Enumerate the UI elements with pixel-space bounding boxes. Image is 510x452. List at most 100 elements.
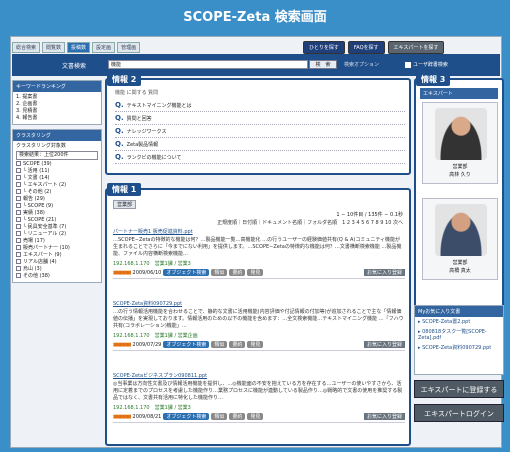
checkbox-box[interactable] [16, 238, 21, 243]
cluster-item-label: └ エキスパート (2) [23, 182, 67, 188]
cluster-item[interactable]: └ その他 (2) [16, 189, 98, 196]
cluster-item[interactable]: 実績 (38) [16, 210, 98, 217]
checkbox-box[interactable] [16, 273, 21, 278]
cluster-item[interactable]: └ SCOPE (9) [16, 203, 98, 210]
ranking-item[interactable]: 4. 報告書 [16, 115, 98, 122]
cluster-item-label: └ SCOPE (21) [23, 217, 57, 223]
question-item[interactable]: Q. ランクビの機能について [115, 151, 405, 164]
discover-button[interactable]: 発見 [247, 413, 264, 420]
similar-button[interactable]: 類似 [211, 413, 228, 420]
search-option-link[interactable]: 検索オプション [344, 61, 379, 68]
cluster-item[interactable]: リアル店舗 (4) [16, 259, 98, 266]
checkbox-box[interactable] [405, 61, 411, 68]
cluster-item[interactable]: └ SCOPE (21) [16, 217, 98, 224]
cluster-item[interactable]: └ 民具安全基準 (7) [16, 224, 98, 231]
add-favorite-button[interactable]: お気に入り登録 [363, 413, 405, 420]
ranking-item[interactable]: 3. 見積書 [16, 108, 98, 115]
avatar [435, 204, 487, 256]
tab-settings[interactable]: 設定画 [92, 42, 116, 53]
summary-button[interactable]: 要約 [229, 341, 246, 348]
cluster-item[interactable]: 烏山 (3) [16, 266, 98, 273]
question-item[interactable]: Q. テキストマイニング機能とは [115, 99, 405, 112]
favorite-item-label: SCOPE-Zeta資料090729.ppt [422, 345, 492, 351]
favorite-item[interactable]: ▸ 080818タスク一覧[SCOPE-Zeta].pdf [415, 327, 503, 343]
add-favorite-button[interactable]: お気に入り登録 [363, 269, 405, 276]
checkbox-box[interactable] [16, 252, 21, 257]
tab-posts[interactable]: 投稿数 [67, 42, 91, 53]
discover-button[interactable]: 発見 [247, 269, 264, 276]
result-title[interactable]: パートナー販売1 販売促進資料.ppt [113, 228, 405, 235]
keyword-ranking-panel: キーワードランキング 1. 提案書 2. 企画書 3. 見積書 4. 報告書 [12, 80, 102, 125]
question-item[interactable]: Q. Zeta製品情報 [115, 138, 405, 151]
favorite-item[interactable]: ▸ SCOPE-Zeta資料090729.ppt [415, 343, 503, 353]
user-dict-checkbox[interactable]: ユーザ辞書検索 [405, 61, 448, 68]
result-meta[interactable]: 192.168.1.170 営業1課 / 営業3 [113, 260, 405, 267]
cluster-item[interactable]: SCOPE (39) [16, 161, 98, 168]
cluster-item[interactable]: └ エキスパート (2) [16, 182, 98, 189]
cluster-item-label: 実績 (38) [23, 210, 45, 216]
checkbox-box[interactable] [16, 203, 21, 208]
cluster-item[interactable]: エキスパート (9) [16, 252, 98, 259]
summary-button[interactable]: 要約 [229, 269, 246, 276]
checkbox-box[interactable] [16, 217, 21, 222]
checkbox-box[interactable] [16, 231, 21, 236]
find-faq-button[interactable]: FAQを探す [347, 41, 385, 54]
checkbox-box[interactable] [16, 259, 21, 264]
favorite-item[interactable]: ▸ SCOPE-Zeta置2.ppt [415, 317, 503, 327]
cluster-item[interactable]: 売場 (17) [16, 238, 98, 245]
expert-login-button[interactable]: エキスパートログイン [414, 404, 504, 422]
search-input[interactable]: 機能 [108, 60, 308, 69]
similar-button[interactable]: 類似 [211, 269, 228, 276]
info1-label: 情報 1 [107, 183, 142, 196]
checkbox-box[interactable] [16, 175, 21, 180]
object-search-button[interactable]: オブジェクト検索 [163, 269, 210, 276]
dept-tab[interactable]: 営業部 [113, 200, 137, 209]
tab-views[interactable]: 閲覧数 [42, 42, 66, 53]
tab-overall[interactable]: 総合検索 [12, 42, 41, 53]
object-search-button[interactable]: オブジェクト検索 [163, 341, 210, 348]
checkbox-box[interactable] [16, 245, 21, 250]
cluster-item-label: エキスパート (9) [23, 252, 62, 258]
checkbox-box[interactable] [16, 161, 21, 166]
summary-button[interactable]: 要約 [229, 413, 246, 420]
ranking-item[interactable]: 2. 企画書 [16, 101, 98, 108]
result-date: 2009/06/10 [132, 269, 162, 276]
checkbox-box[interactable] [16, 224, 21, 229]
cluster-item[interactable]: └ リニューアル (2) [16, 231, 98, 238]
checkbox-box[interactable] [16, 182, 21, 187]
sort-bar[interactable]: 正規度順｜日付順｜ドキュメント名順｜フォルダ名順 1 2 3 4 5 6 7 8… [113, 219, 403, 226]
object-search-button[interactable]: オブジェクト検索 [163, 413, 210, 420]
tab-admin[interactable]: 管理画 [117, 42, 141, 53]
find-person-button[interactable]: ひとりを探す [303, 41, 345, 54]
result-meta[interactable]: 192.168.1.170 営業1課 / 営業3 [113, 404, 405, 411]
checkbox-box[interactable] [16, 168, 21, 173]
cluster-item[interactable]: 報告 (29) [16, 196, 98, 203]
checkbox-box[interactable] [16, 266, 21, 271]
cluster-item[interactable]: 販売パートナー (10) [16, 245, 98, 252]
question-item[interactable]: Q. ナレッジワークス [115, 125, 405, 138]
search-button[interactable]: 検 索 [309, 60, 337, 69]
favorite-item-label: 080818タスク一覧[SCOPE-Zeta].pdf [418, 329, 487, 341]
checkbox-box[interactable] [16, 210, 21, 215]
expert-card[interactable]: 営業部 高林 久り [422, 102, 498, 184]
ranking-item[interactable]: 1. 提案書 [16, 94, 98, 101]
similar-button[interactable]: 類似 [211, 341, 228, 348]
result-title[interactable]: SCOPE-Zetaビジネスプラン090811.ppt [113, 372, 405, 379]
cluster-item[interactable]: その他 (38) [16, 273, 98, 280]
q-icon: Q. [115, 101, 124, 109]
result-title[interactable]: SCOPE-Zeta資料090729.ppt [113, 300, 405, 307]
cluster-item[interactable]: └ 活用 (11) [16, 168, 98, 175]
checkbox-box[interactable] [16, 189, 21, 194]
cluster-item[interactable]: └ 文書 (14) [16, 175, 98, 182]
add-favorite-button[interactable]: お気に入り登録 [363, 341, 405, 348]
find-expert-button[interactable]: エキスパートを探す [387, 41, 445, 54]
clustering-title: クラスタリング [13, 130, 101, 141]
result-meta[interactable]: 192.168.1.170 営業1課 / 営業企画 [113, 332, 405, 339]
clustering-select[interactable]: 検索結果：上位200件 [16, 151, 98, 160]
discover-button[interactable]: 発見 [247, 341, 264, 348]
question-item[interactable]: Q. 質問と回答 [115, 112, 405, 125]
checkbox-box[interactable] [16, 196, 21, 201]
cluster-item-label: 販売パートナー (10) [23, 245, 70, 251]
expert-card[interactable]: 営業部 高橋 真太 [422, 198, 498, 280]
register-expert-button[interactable]: エキスパートに登録する [414, 380, 504, 398]
